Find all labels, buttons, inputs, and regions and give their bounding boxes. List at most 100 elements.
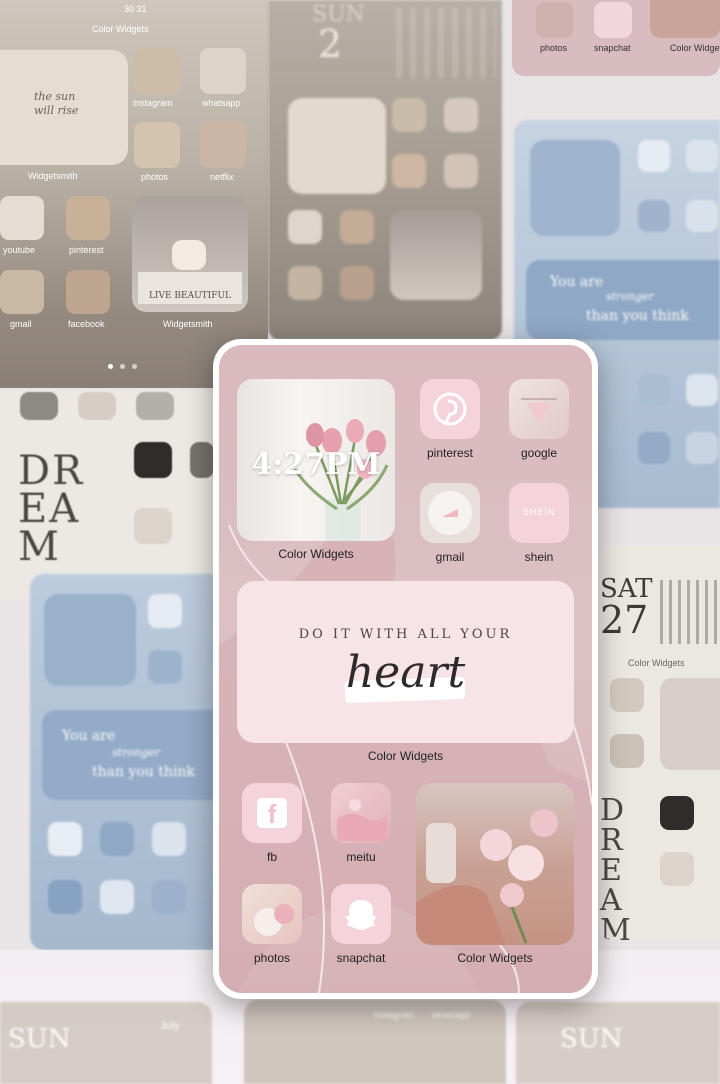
- calendar-grid: [660, 580, 718, 644]
- page-dots: [108, 364, 138, 370]
- quote-script: stronger: [112, 746, 160, 759]
- snapchat-app-icon: [594, 2, 632, 38]
- app-icon: [78, 392, 116, 420]
- widget-label: Widgetsmith: [28, 171, 78, 181]
- background-screenshot-home-3: photos snapchat Color Widget: [512, 0, 720, 76]
- photos-app-icon: [536, 2, 574, 38]
- app-label: whatsapp: [432, 1010, 471, 1020]
- widget-label: Color Widgets: [457, 951, 533, 965]
- facebook-app-icon[interactable]: [66, 270, 110, 314]
- whatsapp-app-icon[interactable]: [200, 48, 246, 94]
- background-screenshot-bottom-middle: instagram whatsapp: [244, 1000, 506, 1084]
- gmail-app-icon[interactable]: [0, 270, 44, 314]
- app-icon: [610, 678, 644, 712]
- dream-letters: DREAM: [18, 448, 85, 570]
- app-label: photos: [253, 951, 291, 965]
- candle-icon: [172, 240, 206, 270]
- quote-widget: [288, 98, 386, 194]
- app-label: pinterest: [426, 446, 474, 460]
- google-app-icon[interactable]: [509, 379, 569, 439]
- shein-app-icon[interactable]: SHEIN: [509, 483, 569, 543]
- app-label: shein: [524, 550, 554, 564]
- quote-line-1: You are: [550, 274, 604, 290]
- app-icon: [638, 432, 670, 464]
- app-icon: [340, 266, 374, 300]
- app-icon: [134, 442, 172, 478]
- app-label: gmail: [435, 550, 465, 564]
- app-label: meitu: [346, 850, 376, 864]
- phone-home-screen: 4:27PM Color Widgets pinterest google gm…: [219, 345, 592, 993]
- pink-bedding-icon: [337, 799, 387, 841]
- youtube-app-icon[interactable]: [0, 196, 44, 240]
- background-screenshot-bottom-right: SUN: [516, 1002, 720, 1084]
- app-icon: [660, 796, 694, 830]
- app-icon: [444, 154, 478, 188]
- app-icon: [134, 508, 172, 544]
- photos-app-icon[interactable]: [242, 884, 302, 944]
- clock-photo-widget[interactable]: 4:27PM: [237, 379, 395, 541]
- background-screenshot-home-1: 30 31 Color Widgets the sun will rise Wi…: [0, 0, 268, 388]
- photo-widget[interactable]: [416, 783, 574, 945]
- app-label: photos: [540, 43, 568, 53]
- quote-line-1: You are: [62, 728, 116, 744]
- gmail-app-icon[interactable]: [420, 483, 480, 543]
- widget-header-label: Color Widgets: [92, 24, 149, 34]
- app-icon: [610, 734, 644, 768]
- app-icon: [20, 392, 58, 420]
- quote-widget: You are stronger than you think: [526, 260, 720, 340]
- phone-mockup: 4:27PM Color Widgets pinterest google gm…: [213, 339, 598, 999]
- quote-line-1: DO IT WITH ALL YOUR: [298, 627, 513, 642]
- dream-letters: DREAM: [600, 793, 631, 941]
- background-screenshot-beige-right: SAT 27 Color Widgets DREAM: [598, 546, 720, 940]
- clothing-hanger-icon: [521, 398, 557, 423]
- photos-app-icon[interactable]: [134, 122, 180, 168]
- app-label: photos: [141, 172, 169, 182]
- pinterest-app-icon[interactable]: [420, 379, 480, 439]
- book-stack: LIVE BEAUTIFUL: [138, 272, 242, 304]
- pinterest-icon: [433, 392, 467, 426]
- script-quote-text: the sun will rise: [34, 90, 79, 118]
- background-screenshot-blue-left: You are stronger than you think: [30, 574, 214, 950]
- calendar-grid: [396, 8, 496, 78]
- app-icon: [152, 822, 186, 856]
- netflix-app-icon[interactable]: [200, 122, 246, 168]
- app-icon: [686, 374, 718, 406]
- app-icon: [660, 852, 694, 886]
- app-label: snapchat: [594, 43, 631, 53]
- peony-bouquet-image: [416, 809, 558, 945]
- app-icon: [148, 594, 182, 628]
- app-label: instagram: [133, 98, 173, 108]
- quote-script: stronger: [606, 290, 654, 303]
- app-icon: [638, 200, 670, 232]
- snapchat-app-icon[interactable]: [331, 884, 391, 944]
- background-screenshot-beige-left: DREAM: [0, 390, 214, 600]
- app-icon: [48, 822, 82, 856]
- quote-widget[interactable]: DO IT WITH ALL YOUR heart: [237, 581, 574, 743]
- plates-icon: [254, 904, 294, 936]
- clock-time: 4:27PM: [251, 447, 381, 482]
- photo-widget: [660, 678, 720, 770]
- app-icon: [100, 880, 134, 914]
- fb-app-icon[interactable]: f: [242, 783, 302, 843]
- instagram-app-icon[interactable]: [134, 48, 180, 94]
- photo-widget: [650, 0, 720, 38]
- app-label: snapchat: [336, 951, 386, 965]
- shein-logo: SHEIN: [522, 507, 556, 517]
- meitu-app-icon[interactable]: [331, 783, 391, 843]
- app-label: fb: [266, 850, 277, 864]
- app-label: pinterest: [69, 245, 104, 255]
- cake-plate-icon: [428, 491, 472, 535]
- app-icon: [136, 392, 174, 420]
- quote-line-2: than you think: [92, 764, 195, 780]
- app-icon: [686, 432, 718, 464]
- calendar-day: SUN: [560, 1024, 623, 1054]
- app-icon: [392, 98, 426, 132]
- calendar-day: SUN: [8, 1024, 71, 1054]
- photo-widget-stacked-books: LIVE BEAUTIFUL: [132, 196, 248, 312]
- app-icon: [638, 374, 670, 406]
- quote-script-word: heart: [345, 647, 466, 698]
- app-icon: [288, 210, 322, 244]
- pinterest-app-icon[interactable]: [66, 196, 110, 240]
- app-icon: [100, 822, 134, 856]
- app-label: gmail: [10, 319, 32, 329]
